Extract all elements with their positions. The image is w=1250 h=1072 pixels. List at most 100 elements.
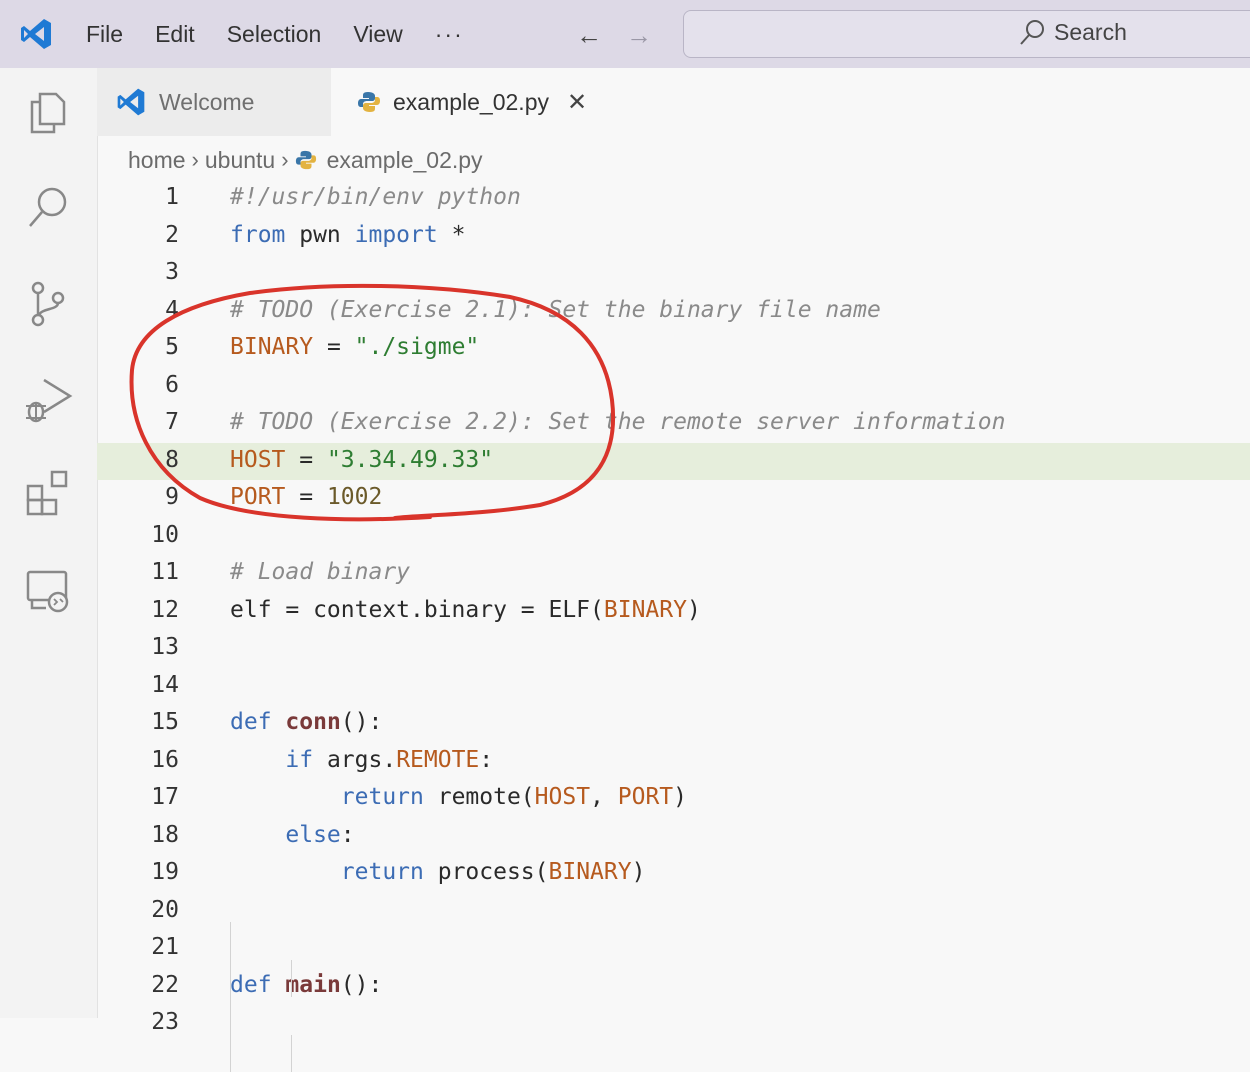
breadcrumb-file[interactable]: example_02.py	[327, 147, 483, 174]
code-text: return process(BINARY)	[230, 859, 646, 885]
code-line[interactable]: 7 # TODO (Exercise 2.2): Set the remote s…	[97, 405, 1250, 443]
code-text: def main():	[230, 972, 382, 998]
breadcrumb-separator: ›	[281, 147, 289, 172]
code-line[interactable]: 3	[97, 255, 1250, 293]
breadcrumb-home[interactable]: home	[128, 147, 186, 174]
menu-view[interactable]: View	[337, 21, 418, 48]
title-bar: File Edit Selection View ··· ← → Search	[0, 0, 1250, 68]
line-number: 8	[165, 446, 179, 473]
code-line[interactable]: 22 def main():	[97, 968, 1250, 1006]
code-token: "3.34.49.33"	[326, 446, 494, 473]
code-token: *	[437, 221, 466, 248]
code-line[interactable]: 23	[97, 1005, 1250, 1043]
code-text: from pwn import *	[230, 222, 465, 248]
code-line[interactable]: 13	[97, 630, 1250, 668]
code-text: # TODO (Exercise 2.2): Set the remote se…	[230, 409, 1005, 435]
breadcrumb-separator: ›	[191, 147, 199, 172]
line-number: 20	[151, 896, 179, 923]
code-token: "./sigme"	[354, 334, 480, 360]
tab-example-02[interactable]: example_02.py ✕	[331, 68, 621, 136]
code-line[interactable]: 11 # Load binary	[97, 555, 1250, 593]
run-debug-icon[interactable]	[22, 374, 74, 426]
code-line[interactable]: 4 # TODO (Exercise 2.1): Set the binary f…	[97, 293, 1250, 331]
code-token: :	[340, 821, 355, 848]
line-number: 3	[165, 259, 179, 285]
code-token: elf = context.binary = ELF(	[230, 596, 604, 623]
search-icon	[1020, 20, 1044, 45]
code-line[interactable]: 8 HOST = "3.34.49.33"	[97, 442, 1250, 480]
code-token: ():	[340, 709, 383, 735]
line-number: 9	[165, 484, 179, 510]
code-line[interactable]: 2 from pwn import *	[97, 218, 1250, 256]
code-line[interactable]: 21	[97, 930, 1250, 968]
remote-explorer-icon[interactable]	[22, 566, 74, 618]
code-line[interactable]: 6	[97, 368, 1250, 406]
code-line[interactable]: 1 #!/usr/bin/env python	[97, 180, 1250, 218]
code-line[interactable]: 18 else:	[97, 818, 1250, 856]
search-icon[interactable]	[22, 182, 74, 234]
extensions-icon[interactable]	[22, 468, 74, 520]
code-token: )	[686, 596, 701, 623]
python-file-icon	[295, 150, 316, 170]
code-line[interactable]: 9 PORT = 1002	[97, 480, 1250, 518]
code-line[interactable]: 20	[97, 893, 1250, 931]
line-number: 1	[165, 184, 179, 210]
line-number: 23	[151, 1009, 179, 1035]
code-token: =	[285, 446, 327, 473]
code-token: REMOTE	[396, 746, 480, 773]
code-line[interactable]: 17 return remote(HOST, PORT)	[97, 780, 1250, 818]
code-token: conn	[285, 709, 341, 735]
tab-welcome-label: Welcome	[159, 88, 255, 115]
code-text: BINARY = "./sigme"	[230, 334, 479, 360]
breadcrumb: home › ubuntu › example_02.py	[128, 143, 483, 177]
source-control-icon[interactable]	[22, 278, 74, 330]
line-number: 4	[165, 296, 179, 323]
vscode-logo-icon[interactable]	[18, 16, 54, 52]
code-text: if args.REMOTE:	[230, 747, 493, 773]
tab-welcome[interactable]: Welcome	[97, 68, 331, 136]
line-number: 19	[151, 859, 179, 885]
code-text: def conn():	[230, 709, 382, 735]
code-token: # Load binary	[230, 559, 411, 585]
more-menu-button[interactable]: ···	[419, 21, 480, 48]
code-text: else:	[230, 821, 355, 848]
code-editor[interactable]: 1 #!/usr/bin/env python 2 from pwn import *…	[97, 180, 1250, 1072]
code-token: return	[340, 784, 424, 810]
line-number: 14	[151, 671, 179, 698]
code-line[interactable]: 15 def conn():	[97, 705, 1250, 743]
menu-edit[interactable]: Edit	[139, 21, 211, 48]
code-token: ():	[340, 971, 383, 998]
line-number: 6	[165, 371, 179, 398]
code-line[interactable]: 19 return process(BINARY)	[97, 855, 1250, 893]
line-number: 11	[151, 559, 179, 585]
forward-arrow-button[interactable]: →	[626, 20, 652, 51]
back-arrow-button[interactable]: ←	[576, 20, 602, 51]
command-center-search[interactable]: Search	[683, 10, 1250, 58]
code-token: PORT	[617, 784, 674, 810]
breadcrumb-ubuntu[interactable]: ubuntu	[205, 147, 275, 174]
code-line[interactable]: 14	[97, 668, 1250, 706]
menu-file[interactable]: File	[70, 21, 139, 48]
explorer-icon[interactable]	[22, 86, 74, 138]
close-tab-button[interactable]: ✕	[567, 88, 587, 117]
menu-selection[interactable]: Selection	[211, 21, 338, 48]
indent-guide	[291, 1035, 292, 1072]
code-line[interactable]: 10	[97, 518, 1250, 556]
line-number: 17	[151, 784, 179, 810]
code-token: BINARY	[548, 859, 632, 885]
code-text: PORT = 1002	[230, 484, 382, 510]
line-number: 10	[151, 521, 179, 548]
code-text: HOST = "3.34.49.33"	[230, 447, 493, 473]
code-token: =	[285, 484, 327, 510]
code-line[interactable]: 5 BINARY = "./sigme"	[97, 330, 1250, 368]
menu-bar: File Edit Selection View ···	[70, 0, 480, 68]
code-line[interactable]: 16 if args.REMOTE:	[97, 743, 1250, 781]
line-number: 5	[165, 334, 179, 360]
line-number: 16	[151, 746, 179, 773]
code-token: if	[285, 746, 314, 773]
line-number: 13	[151, 634, 179, 660]
code-line[interactable]: 12 elf = context.binary = ELF(BINARY)	[97, 593, 1250, 631]
editor-tab-strip: Welcome example_02.py ✕	[97, 68, 1250, 136]
